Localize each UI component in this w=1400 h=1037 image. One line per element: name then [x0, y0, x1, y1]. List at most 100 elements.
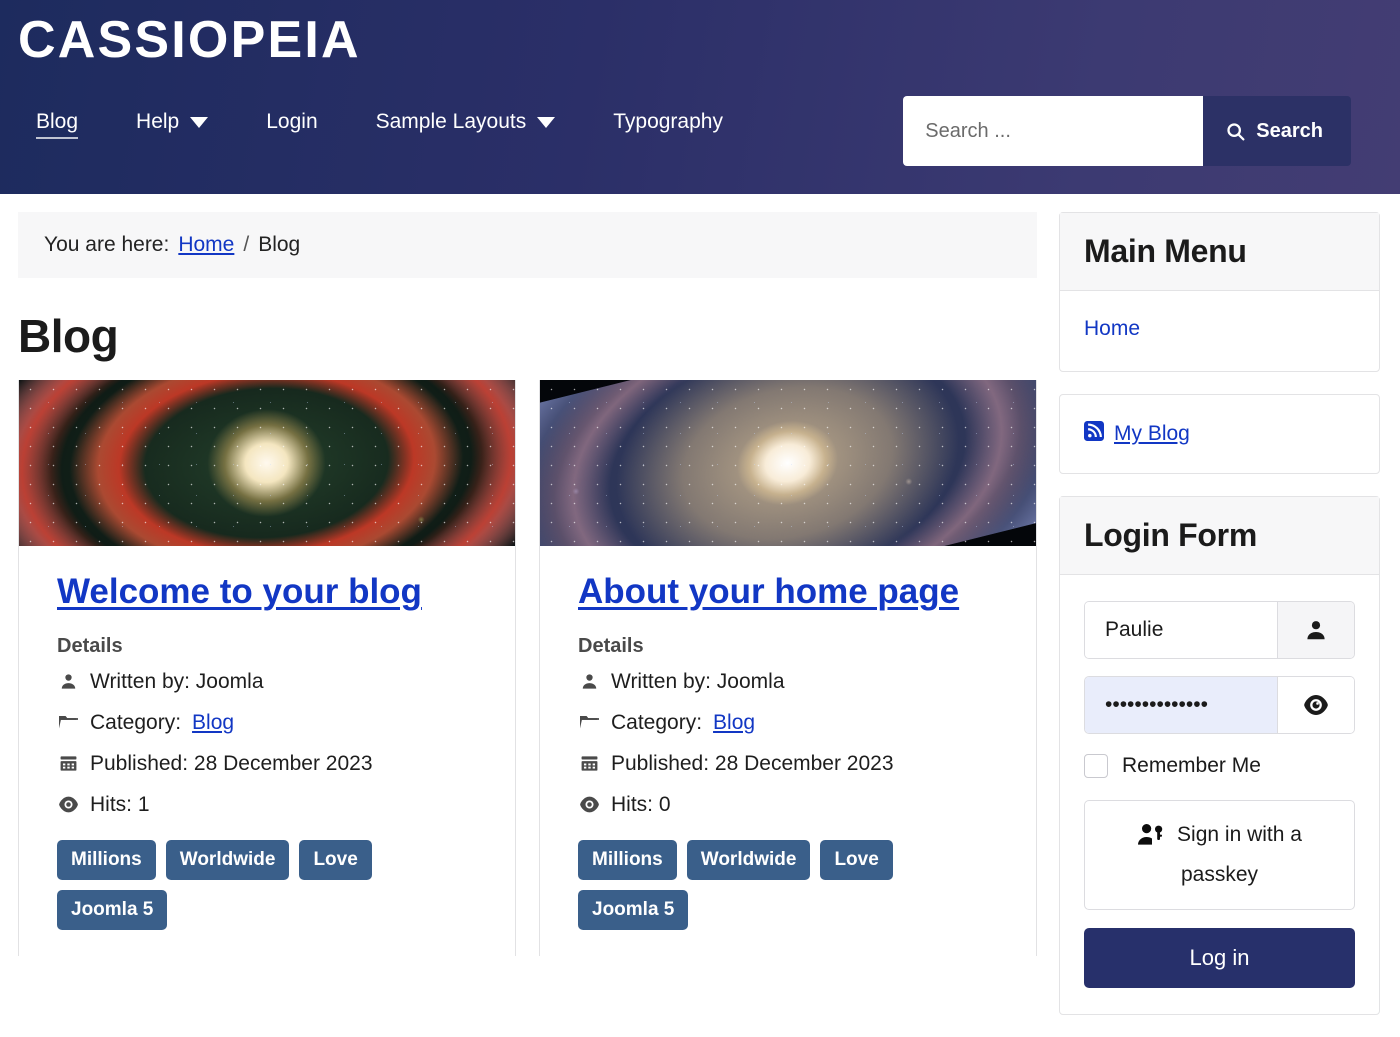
- meta-author: Written by: Joomla: [578, 670, 998, 694]
- blog-items: Welcome to your blog Details Written by:…: [18, 380, 1037, 956]
- calendar-icon: [57, 753, 79, 775]
- module-title-login-form: Login Form: [1060, 497, 1379, 575]
- article-card: About your home page Details Written by:…: [539, 380, 1037, 956]
- tag-item[interactable]: Joomla 5: [57, 889, 168, 930]
- tag-item[interactable]: Love: [820, 839, 893, 880]
- meta-category-label: Category:: [90, 710, 182, 734]
- module-login-form: Login Form Remember Me: [1059, 496, 1380, 1016]
- meta-author: Written by: Joomla: [57, 670, 477, 694]
- nav-label-blog: Blog: [36, 110, 79, 134]
- nav-item-blog[interactable]: Blog: [18, 100, 96, 146]
- tag-item[interactable]: Worldwide: [165, 839, 290, 880]
- sign-in-with-passkey-label: Sign in with a passkey: [1177, 823, 1302, 886]
- article-image[interactable]: [540, 380, 1036, 546]
- nav-item-sample-layouts[interactable]: Sample Layouts: [358, 100, 574, 146]
- breadcrumb-current: Blog: [258, 233, 301, 256]
- tag-item[interactable]: Love: [299, 839, 372, 880]
- folder-icon: [57, 712, 79, 734]
- toggle-password-visibility-button[interactable]: [1277, 677, 1354, 733]
- meta-hits: Hits: 0: [578, 793, 998, 817]
- remember-me-row[interactable]: Remember Me: [1084, 754, 1355, 778]
- username-icon-addon: [1277, 602, 1354, 658]
- article-meta-list: Written by: Joomla Category: Blog Publis…: [57, 670, 477, 817]
- main-menu-list: Home: [1084, 317, 1355, 341]
- search-form: Search: [903, 96, 1351, 167]
- nav-label-sample-layouts: Sample Layouts: [375, 110, 527, 134]
- meta-author-text: Written by: Joomla: [611, 669, 785, 693]
- article-body: About your home page Details Written by:…: [540, 546, 1036, 956]
- details-label: Details: [57, 634, 123, 657]
- module-body-login-form: Remember Me Sign in with a passkey Log i…: [1060, 575, 1379, 1014]
- chevron-down-icon: [537, 116, 556, 128]
- eye-icon: [57, 794, 79, 816]
- meta-category: Category: Blog: [578, 711, 998, 735]
- galaxy-image-spiral: [540, 380, 1036, 546]
- module-feed: My Blog: [1059, 394, 1380, 474]
- calendar-icon: [578, 753, 600, 775]
- meta-category: Category: Blog: [57, 711, 477, 735]
- feed-row[interactable]: My Blog: [1084, 421, 1355, 447]
- password-field-group: [1084, 676, 1355, 734]
- meta-category-link[interactable]: Blog: [192, 711, 234, 735]
- search-button-label: Search: [1256, 119, 1323, 142]
- nav-label-help: Help: [136, 110, 180, 134]
- nav-item-login[interactable]: Login: [248, 100, 335, 146]
- user-icon: [578, 671, 600, 693]
- site-brand[interactable]: CASSIOPEIA: [18, 0, 1382, 72]
- nav-label-typography: Typography: [613, 110, 723, 134]
- password-input[interactable]: [1085, 677, 1277, 733]
- main-navigation: Blog Help Login Sample Layouts Typograph…: [18, 78, 1382, 168]
- nav-item-typography[interactable]: Typography: [595, 100, 741, 146]
- breadcrumb-prefix: You are here:: [44, 233, 170, 256]
- log-in-button[interactable]: Log in: [1084, 928, 1355, 989]
- meta-hits-text: Hits: 0: [611, 792, 671, 816]
- tag-item[interactable]: Millions: [57, 839, 156, 880]
- menu-item-home-link[interactable]: Home: [1084, 317, 1140, 340]
- page-title: Blog: [18, 310, 119, 362]
- tag-item[interactable]: Joomla 5: [578, 889, 689, 930]
- meta-published-text: Published: 28 December 2023: [90, 751, 373, 775]
- article-tags: Millions Worldwide Love Joomla 5: [57, 839, 477, 930]
- meta-category-link[interactable]: Blog: [713, 711, 755, 735]
- module-title-main-menu: Main Menu: [1060, 213, 1379, 291]
- meta-category-label: Category:: [611, 710, 703, 734]
- nav-item-help[interactable]: Help: [118, 100, 226, 146]
- search-button[interactable]: Search: [1203, 96, 1351, 167]
- breadcrumb-separator: /: [243, 233, 250, 256]
- search-icon: [1227, 123, 1245, 141]
- chevron-down-icon: [190, 116, 209, 128]
- article-tags: Millions Worldwide Love Joomla 5: [578, 839, 998, 930]
- passkey-icon: [1137, 822, 1167, 858]
- meta-published: Published: 28 December 2023: [578, 752, 998, 776]
- feed-link-my-blog[interactable]: My Blog: [1114, 422, 1190, 446]
- sidebar: Main Menu Home My Blog Login Form Paulie…: [1059, 212, 1380, 1037]
- remember-me-label: Remember Me: [1122, 754, 1261, 777]
- breadcrumb-home-link[interactable]: Home: [178, 233, 234, 257]
- tag-item[interactable]: Millions: [578, 839, 677, 880]
- user-icon: [57, 671, 79, 693]
- tag-item[interactable]: Worldwide: [686, 839, 811, 880]
- meta-hits-text: Hits: 1: [90, 792, 150, 816]
- galaxy-image-andromeda: [19, 380, 515, 546]
- meta-author-text: Written by: Joomla: [90, 669, 264, 693]
- meta-published: Published: 28 December 2023: [57, 752, 477, 776]
- nav-list: Blog Help Login Sample Layouts Typograph…: [18, 100, 763, 146]
- article-image[interactable]: [19, 380, 515, 546]
- sign-in-with-passkey-button[interactable]: Sign in with a passkey: [1084, 800, 1355, 911]
- module-body-main-menu: Home: [1060, 291, 1379, 371]
- search-input[interactable]: [903, 96, 1204, 167]
- eye-icon: [578, 794, 600, 816]
- username-field-group: [1084, 601, 1355, 659]
- username-input[interactable]: [1085, 602, 1277, 658]
- menu-item-home[interactable]: Home: [1084, 317, 1355, 341]
- nav-label-login: Login: [266, 110, 318, 134]
- module-body-feed: My Blog: [1060, 395, 1379, 473]
- eye-icon: [1304, 695, 1328, 715]
- page-layout: You are here: Home / Blog Blog Welcome t…: [0, 194, 1400, 1037]
- meta-hits: Hits: 1: [57, 793, 477, 817]
- meta-published-text: Published: 28 December 2023: [611, 751, 894, 775]
- content-column: You are here: Home / Blog Blog Welcome t…: [18, 212, 1037, 956]
- article-title-link[interactable]: Welcome to your blog: [57, 572, 477, 613]
- article-title-link[interactable]: About your home page: [578, 572, 998, 613]
- remember-me-checkbox[interactable]: [1084, 754, 1108, 778]
